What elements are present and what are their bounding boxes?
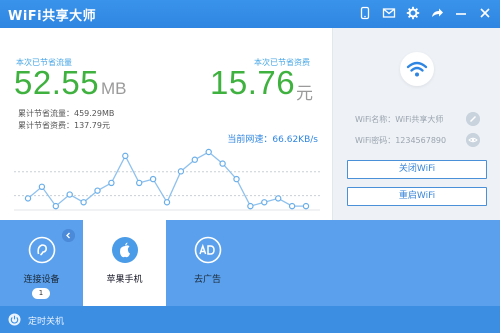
tile-label-ad-block: 去广告 [193,275,221,285]
tile-iphone[interactable]: 苹果手机 [83,220,166,306]
wifi-password: WiFi密码：1234567890 [355,136,447,145]
chart-point [275,195,282,202]
title-bar: WiFi共享大师 [0,0,500,28]
eye-icon[interactable] [466,133,480,147]
chart-point [191,156,198,163]
chart-point [122,152,129,160]
chart-point [233,175,240,183]
tile-ad-block[interactable]: 去广告 [166,220,249,306]
power-icon[interactable] [8,313,21,326]
footer-bar: 定时关机 [0,306,500,333]
minimize-icon[interactable] [454,6,468,20]
chart-point [135,179,143,187]
close-wifi-button[interactable]: 关闭WiFi [347,160,487,179]
chart-point [38,183,46,191]
total-money-saved: 累计节省资费：137.79元 [18,121,110,130]
phone-icon[interactable] [358,6,372,20]
stats-panel: 本次已节省流量 52.55 MB 本次已节省资费 15.76 元 累计节省流量：… [0,28,332,220]
money-saved-value: 15.76 [210,64,296,101]
close-icon[interactable] [478,6,492,20]
edit-icon[interactable] [466,112,480,126]
chart-point [66,191,73,198]
chart-point [24,195,32,202]
chart-point [261,199,268,206]
traffic-saved-unit: MB [101,79,127,98]
chart-point [149,175,157,183]
app-title: WiFi共享大师 [8,9,97,24]
current-speed: 当前网速：66.62KB/s [227,135,318,145]
chart-point [80,199,87,206]
total-traffic-saved: 累计节省流量：459.29MB [18,109,115,118]
traffic-saved-value: 52.55 [14,64,100,101]
ear-icon [28,236,55,264]
device-count-badge: 1 [32,288,50,299]
money-saved-unit: 元 [296,84,313,103]
ad-block-icon [194,236,221,264]
chart-point [205,148,212,156]
chart-point [94,187,101,194]
chart-point [219,160,226,167]
share-icon[interactable] [430,6,444,20]
restart-wifi-button[interactable]: 重启WiFi [347,187,487,206]
chart-point [247,202,254,210]
chart-point [108,179,115,187]
chart-point [302,202,310,210]
scheduled-shutdown-label[interactable]: 定时关机 [28,314,64,327]
chart-point [288,202,296,210]
chart-series-line [27,151,306,208]
gear-icon[interactable] [406,6,420,20]
mail-icon[interactable] [382,6,396,20]
tile-label-connected-devices: 连接设备 [23,275,60,285]
title-bar-icons [358,6,492,20]
chart-point [52,202,60,210]
wifi-icon [406,61,428,77]
tile-label-iphone: 苹果手机 [106,275,143,285]
speed-chart [14,148,320,211]
chart-point [177,168,185,175]
chart-point [163,199,171,206]
wifi-name: WiFi名称：WiFi共享大师 [355,115,444,124]
apple-icon [111,237,138,263]
wifi-badge [400,52,434,86]
wifi-info-panel: WiFi名称：WiFi共享大师 WiFi密码：1234567890 关闭WiFi… [332,28,500,220]
tile-connected-devices[interactable]: 连接设备 1 [0,220,83,306]
